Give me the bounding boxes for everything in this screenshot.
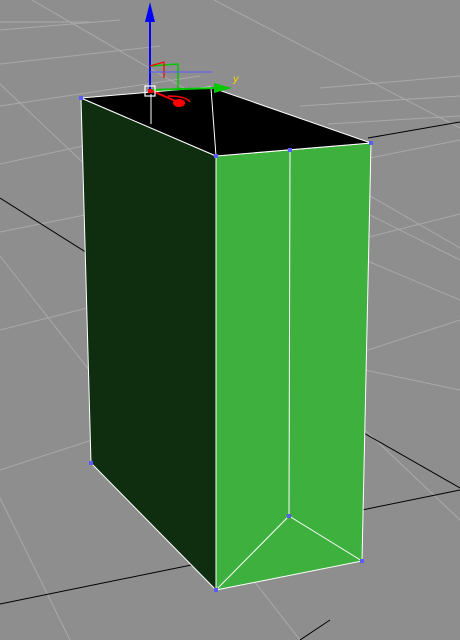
grid-line [299, 95, 460, 107]
viewport-scene[interactable]: y [0, 0, 460, 640]
grid-line [0, 45, 161, 65]
grid-major-line [299, 619, 331, 640]
grid-line [327, 115, 460, 125]
x-axis-arrow-icon[interactable] [173, 99, 185, 107]
vertex-point[interactable] [79, 96, 83, 100]
grid-line [0, 497, 71, 640]
grid-major-line [361, 489, 460, 511]
3d-viewport[interactable]: y [0, 0, 460, 640]
vertex-point[interactable] [360, 559, 364, 563]
box-front-face[interactable] [215, 142, 372, 591]
vertex-point[interactable] [288, 148, 292, 152]
vertex-point[interactable] [214, 588, 218, 592]
vertex-point[interactable] [214, 154, 218, 158]
pivot-center-icon [148, 89, 152, 93]
z-axis-arrow-icon[interactable] [145, 2, 155, 22]
grid-line [364, 369, 460, 391]
vertex-point[interactable] [369, 141, 373, 145]
box-side-face[interactable] [80, 97, 217, 592]
y-axis-label: y [232, 74, 240, 85]
grid-major-line [0, 559, 217, 605]
grid-major-line [361, 431, 460, 489]
vertex-point[interactable] [287, 514, 291, 518]
vertex-point[interactable] [89, 461, 93, 465]
grid-line [319, 75, 460, 89]
grid-line [364, 259, 460, 301]
grid-major-line [0, 197, 93, 257]
grid-major-line [367, 121, 460, 139]
box-object[interactable] [79, 86, 373, 592]
